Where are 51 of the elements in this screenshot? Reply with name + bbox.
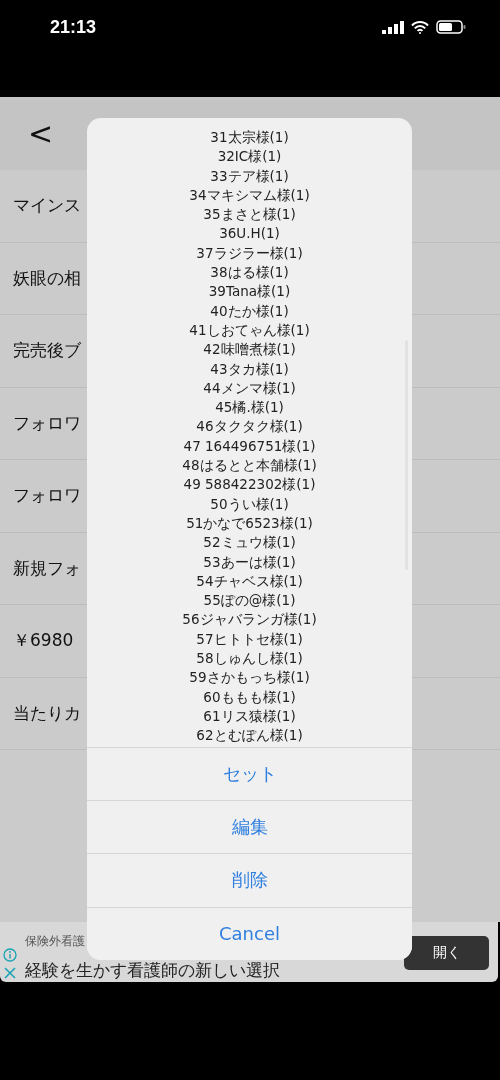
list-item-label[interactable]: 当たりカ [13,701,81,725]
picker-item[interactable]: 39Tana様(1) [208,282,291,302]
picker-item[interactable]: 46タクタク様(1) [196,417,303,437]
picker-item[interactable]: 37ラジラー様(1) [196,243,303,264]
ad-sponsor: 保険外看護 [25,933,85,950]
back-button[interactable]: < [24,116,58,151]
signal-icon [382,20,404,34]
list-item-label[interactable]: 新規フォ [13,556,81,580]
clock-time: 21:13 [50,17,97,38]
picker-item[interactable]: 43タカ様(1) [210,359,289,379]
picker-item[interactable]: 55ぽの@様(1) [203,591,296,611]
list-item-label[interactable]: マインス [13,194,81,218]
picker-item[interactable]: 56ジャバランガ様(1) [182,610,317,630]
picker-item[interactable]: 47 164496751様(1) [183,436,316,457]
picker-item[interactable]: 31太宗様(1) [210,128,289,148]
list-item-label[interactable]: ￥6980 [13,629,74,653]
picker-item[interactable]: 62とむぽん様(1) [196,726,303,746]
picker-item[interactable]: 32IC様(1) [217,147,282,167]
info-icon[interactable] [3,948,17,962]
picker-item[interactable]: 58しゅんし様(1) [196,649,303,669]
picker-item[interactable]: 60ももも様(1) [203,687,296,707]
list-item-label[interactable]: 完売後ブ [13,339,81,363]
picker-item[interactable]: 54チャベス様(1) [196,571,303,592]
picker-item[interactable]: 40たか様(1) [210,301,289,321]
battery-icon [436,20,466,34]
picker-item[interactable]: 57ヒトトセ様(1) [196,629,303,649]
picker-item[interactable]: 35まさと様(1) [203,205,296,225]
picker-item[interactable]: 41しおてゃん様(1) [189,320,310,341]
picker-item[interactable]: 42味噌煮様(1) [203,340,296,360]
picker-item[interactable]: 51かなで6523様(1) [186,513,313,534]
picker-item[interactable]: 52ミュウ様(1) [203,533,296,553]
picker-item[interactable]: 44メンマ様(1) [203,378,296,399]
picker-item[interactable]: 38はる様(1) [210,263,289,283]
picker-item[interactable]: 48はるとと本舗様(1) [182,456,317,476]
picker-item[interactable]: 34マキシマム様(1) [189,185,310,206]
ad-headline[interactable]: 経験を生かす看護師の新しい選択 [25,961,280,980]
sheet-action-button[interactable]: Cancel [87,906,412,960]
picker-item[interactable]: 33テア様(1) [210,166,289,186]
list-item-label[interactable]: フォロワ [13,411,81,435]
open-button[interactable]: 開く [404,936,489,970]
picker-item[interactable]: 61リス猿様(1) [203,706,296,727]
picker-item[interactable]: 59さかもっち様(1) [189,668,310,688]
wifi-icon [411,20,429,34]
list-item-label[interactable]: 妖眼の相 [13,266,81,290]
picker-item[interactable]: 50うい様(1) [210,494,289,514]
picker-item[interactable]: 36U.H(1) [219,224,280,244]
close-icon[interactable] [3,966,17,980]
list-item-label[interactable]: フォロワ [13,484,81,508]
picker-item[interactable]: 49 588422302様(1) [183,475,316,495]
picker-item[interactable]: 45橘.様(1) [215,398,284,418]
picker-item[interactable]: 53あーは様(1) [203,552,296,572]
